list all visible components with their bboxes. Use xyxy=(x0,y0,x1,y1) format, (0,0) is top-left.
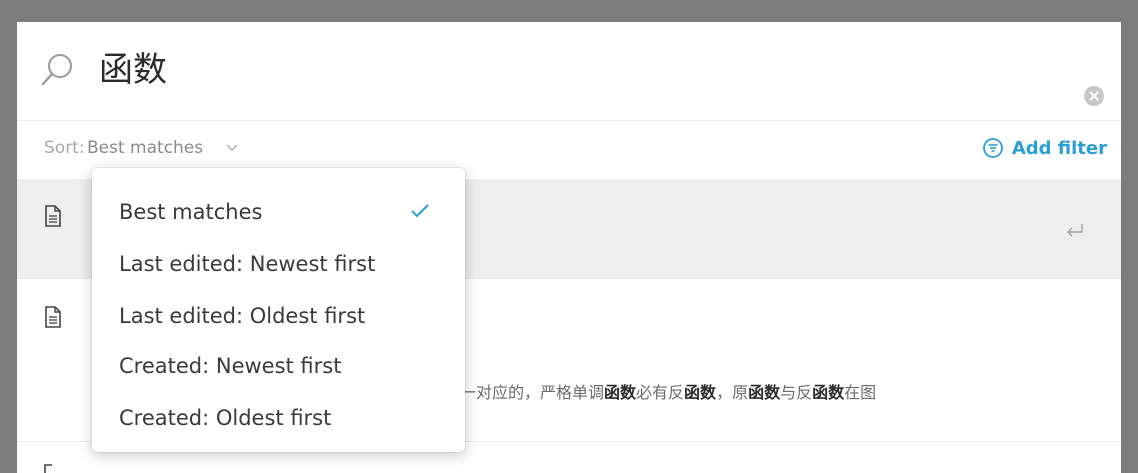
sort-option-last-edited-newest[interactable]: Last edited: Newest first xyxy=(92,238,465,290)
sort-option-label: Created: Newest first xyxy=(119,354,342,378)
sort-dropdown[interactable]: Best matches xyxy=(87,138,203,158)
enter-icon xyxy=(1067,224,1083,237)
chevron-down-icon[interactable] xyxy=(226,143,238,153)
sort-label: Sort: xyxy=(44,138,85,158)
result-snippet: 一对应的，严格单调函数必有反函数，原函数与反函数在图 xyxy=(460,379,876,403)
snippet-part: 在图 xyxy=(844,383,877,402)
sort-option-best-matches[interactable]: Best matches xyxy=(92,186,465,238)
snippet-highlight: 函数 xyxy=(604,383,637,402)
snippet-part: 必有反 xyxy=(636,383,685,402)
search-input[interactable]: 函数 xyxy=(99,46,167,94)
sort-option-label: Last edited: Oldest first xyxy=(119,304,366,328)
add-filter-label: Add filter xyxy=(1011,137,1107,159)
add-filter-button[interactable]: Add filter xyxy=(982,135,1107,161)
sort-option-label: Created: Oldest first xyxy=(119,406,332,430)
snippet-part: 一对应的，严格单调 xyxy=(460,383,605,402)
check-icon xyxy=(411,204,429,218)
page-icon xyxy=(44,464,52,473)
snippet-highlight: 函数 xyxy=(812,383,845,402)
sort-option-label: Last edited: Newest first xyxy=(119,252,376,276)
clear-icon[interactable] xyxy=(1083,85,1105,107)
sort-option-created-oldest[interactable]: Created: Oldest first xyxy=(92,392,465,444)
filter-icon xyxy=(982,138,1003,158)
page-icon xyxy=(45,306,61,328)
snippet-part: ，原 xyxy=(716,383,749,402)
sort-dropdown-menu: Best matches Last edited: Newest first L… xyxy=(92,168,465,452)
sort-option-last-edited-oldest[interactable]: Last edited: Oldest first xyxy=(92,290,465,342)
sort-option-label: Best matches xyxy=(119,200,263,224)
search-icon xyxy=(41,54,72,86)
page-icon xyxy=(45,205,61,227)
search-bar: 函数 xyxy=(17,22,1121,121)
snippet-highlight: 函数 xyxy=(684,383,717,402)
sort-option-created-newest[interactable]: Created: Newest first xyxy=(92,340,465,392)
snippet-highlight: 函数 xyxy=(748,383,781,402)
snippet-part: 与反 xyxy=(780,383,813,402)
